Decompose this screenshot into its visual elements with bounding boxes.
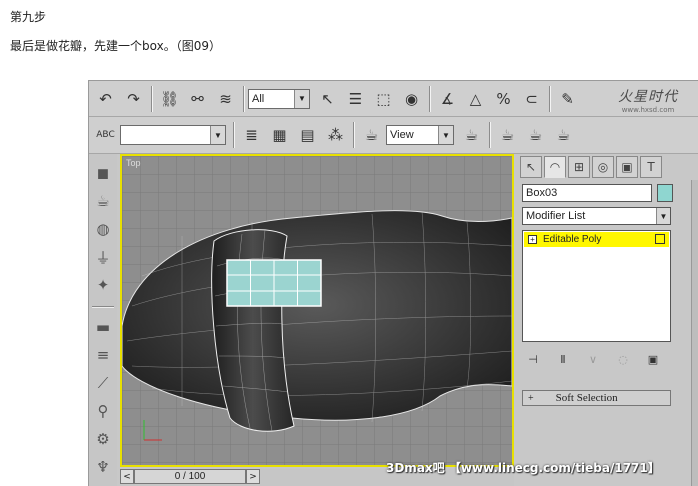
cone-icon[interactable]: ⏚ bbox=[92, 246, 114, 268]
top-viewport[interactable]: Top bbox=[120, 154, 514, 467]
toolbar-separator bbox=[489, 122, 491, 148]
chevron-down-icon: ▼ bbox=[210, 126, 225, 144]
object-name-field[interactable]: Box03 bbox=[522, 184, 652, 202]
toolbar-separator bbox=[151, 85, 153, 112]
render-last-icon[interactable]: ☕ bbox=[550, 122, 577, 149]
toolbar-separator bbox=[243, 85, 245, 112]
main-toolbar: ↶ ↷ ⛓ ⚯ ≋ All ▼ ↖ ☰ ⬚ ◉ ∡ △ % ⊂ ✎ 火星时代 w… bbox=[89, 81, 698, 117]
left-tool-bar: ◼ ☕ ◍ ⏚ ✦ ▬ ≡ ⟋ ⚲ ⚙ ♆ bbox=[89, 154, 117, 486]
named-selection-icon[interactable]: ✎ bbox=[554, 85, 581, 112]
layers-icon[interactable]: ≣ bbox=[238, 122, 265, 149]
make-unique-icon[interactable]: ∨ bbox=[584, 351, 602, 367]
watermark-text: 3Dmax吧 【www.linecg.com/tieba/1771】 bbox=[386, 461, 660, 475]
stack-item-editable-poly[interactable]: + Editable Poly bbox=[524, 232, 669, 247]
teapot-icon[interactable]: ☕ bbox=[92, 190, 114, 212]
cube-icon[interactable]: ◼ bbox=[92, 162, 114, 184]
step-description: 最后是做花瓣，先建一个box。（图09） bbox=[10, 39, 221, 53]
percent-snap-icon[interactable]: % bbox=[490, 85, 517, 112]
step-title: 第九步 bbox=[10, 10, 47, 24]
render-type-icon[interactable]: ☕ bbox=[494, 122, 521, 149]
view-dropdown-value: View bbox=[390, 129, 414, 141]
display-tab-icon[interactable]: ▣ bbox=[616, 156, 638, 178]
redo-icon[interactable]: ↷ bbox=[120, 85, 147, 112]
max-application-window: ↶ ↷ ⛓ ⚯ ≋ All ▼ ↖ ☰ ⬚ ◉ ∡ △ % ⊂ ✎ 火星时代 w… bbox=[88, 80, 698, 486]
abc-icon[interactable]: ABC bbox=[92, 122, 119, 149]
unlink-icon[interactable]: ⚯ bbox=[184, 85, 211, 112]
track-view-icon[interactable]: ▦ bbox=[266, 122, 293, 149]
left-bar-separator bbox=[92, 306, 114, 308]
time-slider[interactable]: 0 / 100 bbox=[134, 469, 246, 484]
quick-render-icon[interactable]: ☕ bbox=[458, 122, 485, 149]
modifier-list-label: Modifier List bbox=[526, 210, 586, 222]
toolbar-separator bbox=[549, 85, 551, 112]
star-icon[interactable]: ✦ bbox=[92, 274, 114, 296]
undo-icon[interactable]: ↶ bbox=[92, 85, 119, 112]
named-selection-set-dropdown[interactable]: ▼ bbox=[120, 125, 226, 145]
modifier-list-dropdown[interactable]: Modifier List ▼ bbox=[522, 207, 671, 225]
rect-region-icon[interactable]: ⬚ bbox=[370, 85, 397, 112]
create-tab-icon[interactable]: ↖ bbox=[520, 156, 542, 178]
material-editor-icon[interactable]: ⁂ bbox=[322, 122, 349, 149]
command-panel: ↖ ◠ ⊞ ◎ ▣ T Box03 Modifier List ▼ + Edit… bbox=[516, 154, 698, 486]
link-icon[interactable]: ⛓ bbox=[156, 85, 183, 112]
render-scene-icon[interactable]: ☕ bbox=[358, 122, 385, 149]
render-frame-icon[interactable]: ☕ bbox=[522, 122, 549, 149]
gear-icon[interactable]: ⚙ bbox=[92, 428, 114, 450]
angle-snap-icon[interactable]: ∡ bbox=[434, 85, 461, 112]
tube-icon[interactable]: ⟋ bbox=[92, 372, 114, 394]
soft-selection-rollout[interactable]: + Soft Selection bbox=[522, 390, 671, 406]
hierarchy-tab-icon[interactable]: ⊞ bbox=[568, 156, 590, 178]
secondary-toolbar: ABC ▼ ≣ ▦ ▤ ⁂ ☕ View ▼ ☕ ☕ ☕ ☕ bbox=[89, 117, 698, 154]
modify-tab-icon[interactable]: ◠ bbox=[544, 156, 566, 178]
spinner-snap-icon[interactable]: ⊂ bbox=[518, 85, 545, 112]
command-panel-scrollbar[interactable] bbox=[691, 180, 698, 486]
time-next-button[interactable]: > bbox=[246, 469, 260, 484]
toolbar-separator bbox=[353, 122, 355, 148]
modifier-stack: + Editable Poly bbox=[522, 230, 671, 342]
site-logo: 火星时代 www.hxsd.com bbox=[603, 85, 693, 115]
soft-selection-label: Soft Selection bbox=[555, 392, 618, 404]
stack-toolbar: ⊣ Ⅱ ∨ ◌ ▣ bbox=[524, 350, 674, 368]
time-prev-button[interactable]: < bbox=[120, 469, 134, 484]
schematic-icon[interactable]: ▤ bbox=[294, 122, 321, 149]
command-panel-tabs: ↖ ◠ ⊞ ◎ ▣ T bbox=[520, 156, 664, 180]
chevron-down-icon: ▼ bbox=[438, 126, 453, 144]
window-crossing-icon[interactable]: ◉ bbox=[398, 85, 425, 112]
mirror-icon[interactable]: △ bbox=[462, 85, 489, 112]
poly-icon bbox=[655, 234, 665, 244]
select-by-name-icon[interactable]: ☰ bbox=[342, 85, 369, 112]
bind-space-warp-icon[interactable]: ≋ bbox=[212, 85, 239, 112]
logo-main-text: 火星时代 bbox=[618, 89, 678, 105]
plane-icon[interactable]: ▬ bbox=[92, 316, 114, 338]
selection-filter-dropdown[interactable]: All ▼ bbox=[248, 88, 310, 109]
motion-tab-icon[interactable]: ◎ bbox=[592, 156, 614, 178]
light-icon[interactable]: ⚲ bbox=[92, 400, 114, 422]
pin-stack-icon[interactable]: ⊣ bbox=[524, 351, 542, 367]
box03-object[interactable] bbox=[226, 259, 322, 307]
sphere-icon[interactable]: ◍ bbox=[92, 218, 114, 240]
chevron-down-icon: ▼ bbox=[656, 208, 670, 224]
select-icon[interactable]: ↖ bbox=[314, 85, 341, 112]
show-end-result-icon[interactable]: Ⅱ bbox=[554, 351, 572, 367]
toolbar-separator bbox=[429, 85, 431, 112]
cylinder-icon[interactable]: ≡ bbox=[92, 344, 114, 366]
logo-sub-text: www.hxsd.com bbox=[621, 106, 675, 114]
toolbar-separator bbox=[233, 122, 235, 148]
selection-filter-value: All bbox=[252, 92, 265, 105]
utilities-tab-icon[interactable]: T bbox=[640, 156, 662, 178]
view-dropdown[interactable]: View ▼ bbox=[386, 125, 454, 145]
configure-modifier-sets-icon[interactable]: ▣ bbox=[644, 351, 662, 367]
viewport-scene bbox=[122, 156, 512, 465]
helper-icon[interactable]: ♆ bbox=[92, 456, 114, 478]
rollout-expand-icon: + bbox=[528, 392, 534, 404]
expand-plus-icon[interactable]: + bbox=[528, 235, 537, 244]
stack-item-label: Editable Poly bbox=[543, 234, 602, 245]
remove-modifier-icon[interactable]: ◌ bbox=[614, 351, 632, 367]
object-color-swatch[interactable] bbox=[657, 184, 673, 202]
chevron-down-icon: ▼ bbox=[294, 89, 309, 108]
viewport-label[interactable]: Top bbox=[126, 158, 141, 168]
